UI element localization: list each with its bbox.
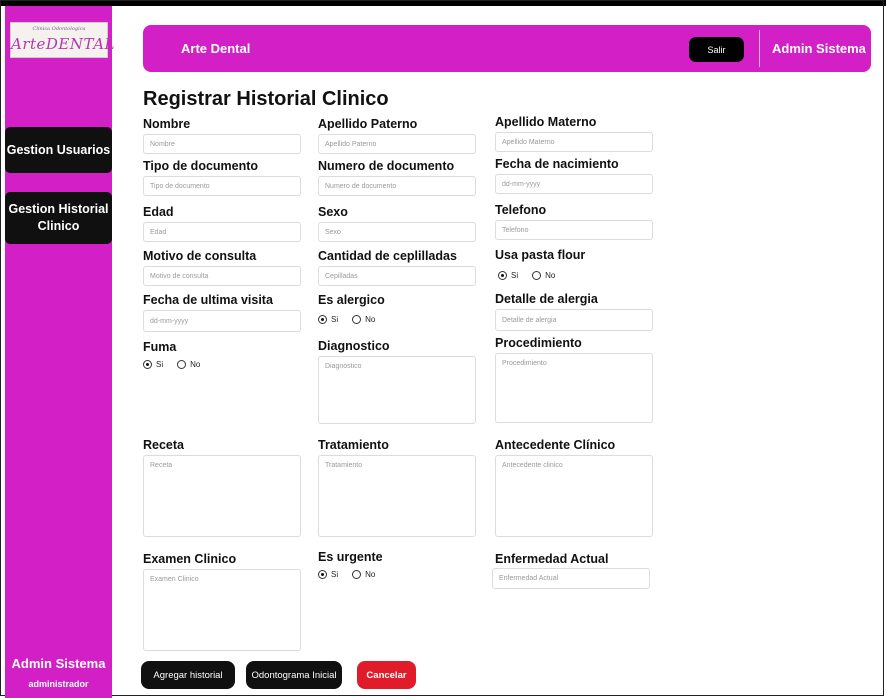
detalle-alergia-input[interactable]: Detalle de alergia — [495, 309, 653, 331]
edad-label: Edad — [143, 205, 174, 219]
tipo-documento-label: Tipo de documento — [143, 159, 259, 173]
sidebar-item-gestion-usuarios[interactable]: Gestion Usuarios — [5, 127, 112, 173]
odontograma-inicial-button[interactable]: Odontograma Inicial — [246, 661, 342, 689]
tratamiento-textarea[interactable]: Tratamiento — [318, 455, 476, 537]
usa-pasta-flour-radio-no[interactable] — [532, 271, 542, 280]
es-alergico-radio-no[interactable] — [352, 315, 362, 324]
sidebar-item-label-line2: Clinico — [37, 219, 80, 233]
logo: Clinica Odontologica ArteDENTAL — [10, 22, 115, 58]
top-header: Arte Dental Salir Admin Sistema — [143, 25, 871, 72]
header-divider — [759, 30, 760, 67]
radio-label-si: Si — [331, 315, 339, 324]
receta-textarea[interactable]: Receta — [143, 455, 301, 537]
enfermedad-actual-label: Enfermedad Actual — [495, 552, 609, 566]
fecha-nacimiento-input[interactable]: dd-mm-yyyy — [495, 174, 653, 194]
fuma-radio-si[interactable] — [143, 360, 152, 369]
receta-label: Receta — [143, 438, 184, 452]
sidebar-user-role: administrador — [28, 679, 89, 689]
radio-label-no: No — [365, 570, 376, 579]
header-brand: Arte Dental — [181, 41, 251, 56]
apellido-paterno-label: Apellido Paterno — [318, 117, 418, 131]
cantidad-cepilladas-input[interactable]: Cepilladas — [318, 266, 476, 286]
logo-wordmark: ArteDENTAL — [11, 35, 115, 53]
procedimiento-label: Procedimiento — [495, 336, 582, 350]
sexo-input[interactable]: Sexo — [318, 222, 476, 242]
sidebar-user-name: Admin Sistema — [11, 656, 106, 671]
radio-label-no: No — [190, 360, 201, 369]
telefono-label: Telefono — [495, 203, 547, 217]
apellido-materno-input[interactable]: Apellido Materno — [495, 132, 653, 152]
radio-label-no: No — [365, 315, 376, 324]
tratamiento-label: Tratamiento — [318, 438, 389, 452]
cantidad-cepilladas-label: Cantidad de ceplilladas — [318, 249, 457, 263]
usa-pasta-flour-radio-group: Si No — [498, 271, 555, 280]
nombre-label: Nombre — [143, 117, 191, 131]
es-urgente-radio-no[interactable] — [352, 570, 362, 579]
radio-label-si: Si — [511, 271, 519, 280]
logout-button[interactable]: Salir — [689, 37, 744, 62]
apellido-paterno-input[interactable]: Apellido Paterno — [318, 134, 476, 154]
motivo-consulta-label: Motivo de consulta — [143, 249, 257, 263]
es-alergico-radio-group: Si No — [318, 315, 375, 324]
sidebar-item-label: Gestion Usuarios — [6, 142, 111, 157]
es-urgente-radio-si[interactable] — [318, 570, 327, 579]
es-alergico-radio-si[interactable] — [318, 315, 327, 324]
apellido-materno-label: Apellido Materno — [495, 115, 597, 129]
fuma-radio-no[interactable] — [177, 360, 187, 369]
sexo-label: Sexo — [318, 205, 348, 219]
cancelar-button[interactable]: Cancelar — [357, 661, 416, 689]
sidebar-item-label-line1: Gestion Historial — [8, 202, 109, 216]
antecedente-clinico-textarea[interactable]: Antecedente clinico — [495, 455, 653, 537]
numero-documento-input[interactable]: Numero de documento — [318, 176, 476, 196]
usa-pasta-flour-label: Usa pasta flour — [495, 248, 586, 262]
agregar-historial-button[interactable]: Agregar historial — [141, 661, 235, 689]
examen-clinico-label: Examen Clinico — [143, 552, 237, 566]
sidebar: Clinica Odontologica ArteDENTAL Gestion … — [5, 6, 115, 698]
radio-label-si: Si — [156, 360, 164, 369]
radio-label-no: No — [545, 271, 556, 280]
header-user-name: Admin Sistema — [772, 41, 866, 56]
procedimiento-textarea[interactable]: Procedimiento — [495, 353, 653, 423]
enfermedad-actual-input[interactable]: Enfermedad Actual — [492, 568, 650, 589]
examen-clinico-textarea[interactable]: Examen Clinico — [143, 569, 301, 651]
fuma-label: Fuma — [143, 340, 177, 354]
detalle-alergia-label: Detalle de alergia — [495, 292, 598, 306]
nombre-input[interactable]: Nombre — [143, 134, 301, 154]
fecha-ultima-visita-input[interactable]: dd-mm-yyyy — [143, 310, 301, 332]
diagnostico-label: Diagnostico — [318, 339, 390, 353]
tipo-documento-input[interactable]: Tipo de documento — [143, 176, 301, 196]
window-frame — [0, 0, 884, 696]
fecha-ultima-visita-label: Fecha de ultima visita — [143, 293, 273, 307]
diagnostico-textarea[interactable]: Diagnostico — [318, 356, 476, 424]
logo-tagline: Clinica Odontologica — [32, 26, 86, 32]
sidebar-item-gestion-historial[interactable]: Gestion Historial Clinico — [5, 192, 112, 244]
fecha-nacimiento-label: Fecha de nacimiento — [495, 157, 619, 171]
motivo-consulta-input[interactable]: Motivo de consulta — [143, 266, 301, 286]
antecedente-clinico-label: Antecedente Clínico — [495, 438, 616, 452]
radio-label-si: Si — [331, 570, 339, 579]
es-urgente-label: Es urgente — [318, 550, 383, 564]
edad-input[interactable]: Edad — [143, 222, 301, 242]
es-urgente-radio-group: Si No — [318, 570, 375, 579]
numero-documento-label: Numero de documento — [318, 159, 455, 173]
usa-pasta-flour-radio-si[interactable] — [498, 271, 507, 280]
es-alergico-label: Es alergico — [318, 293, 385, 307]
fuma-radio-group: Si No — [143, 360, 200, 369]
telefono-input[interactable]: Telefono — [495, 220, 653, 240]
page-title: Registrar Historial Clinico — [143, 88, 389, 110]
